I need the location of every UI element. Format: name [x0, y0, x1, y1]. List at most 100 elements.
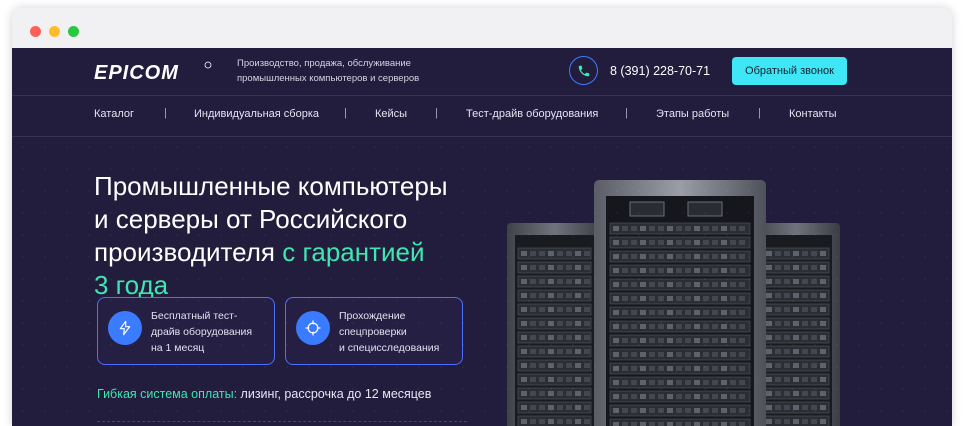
maximize-window-button[interactable] — [68, 26, 79, 37]
nav-item-custom-build[interactable]: Индивидуальная сборка — [194, 108, 319, 120]
drive-bay — [694, 296, 700, 301]
drive-bay — [575, 419, 581, 424]
drive-bay — [703, 282, 709, 287]
drive-bay — [766, 349, 772, 354]
drive-bay — [566, 405, 572, 410]
drive-bay — [548, 279, 554, 284]
drive-bay — [712, 324, 718, 329]
drive-bay — [730, 324, 736, 329]
feature-text-line: на 1 месяц — [151, 342, 205, 354]
feature-text-line: и специсследования — [339, 342, 440, 354]
drive-bay — [694, 380, 700, 385]
drive-bay — [766, 419, 772, 424]
drive-bay — [631, 422, 637, 426]
epicom-logo[interactable]: EPICOM — [94, 61, 214, 83]
nav-item-contacts[interactable]: Контакты — [789, 108, 837, 120]
drive-bay — [667, 268, 673, 273]
drive-bay — [703, 352, 709, 357]
drive-bay — [530, 321, 536, 326]
drive-bay — [685, 268, 691, 273]
drive-bay — [557, 377, 563, 382]
minimize-window-button[interactable] — [49, 26, 60, 37]
nav-separator: | — [625, 107, 628, 119]
drive-bay — [521, 377, 527, 382]
drive-bay — [584, 251, 590, 256]
drive-bay — [730, 422, 736, 426]
drive-bay — [584, 419, 590, 424]
drive-bay — [685, 310, 691, 315]
drive-bay — [784, 293, 790, 298]
drive-bay — [539, 279, 545, 284]
drive-bay — [548, 391, 554, 396]
drive-bay — [530, 405, 536, 410]
drive-bay — [584, 363, 590, 368]
drive-bay — [712, 422, 718, 426]
drive-bay — [649, 408, 655, 413]
drive-bay — [793, 363, 799, 368]
drive-bay — [703, 338, 709, 343]
drive-bay — [802, 419, 808, 424]
drive-bay — [613, 366, 619, 371]
drive-bay — [613, 296, 619, 301]
drive-bay — [793, 419, 799, 424]
drive-bay — [658, 366, 664, 371]
browser-window: EPICOM Производство, продажа, обслуживан… — [12, 8, 952, 426]
drive-bay — [721, 338, 727, 343]
drive-bay — [739, 240, 745, 245]
nav-item-test-drive[interactable]: Тест-драйв оборудования — [466, 108, 598, 120]
drive-bay — [521, 307, 527, 312]
drive-bay — [685, 380, 691, 385]
drive-bay — [613, 268, 619, 273]
drive-bay — [658, 352, 664, 357]
drive-bay — [631, 296, 637, 301]
drive-bay — [721, 408, 727, 413]
drive-bay — [802, 321, 808, 326]
drive-bay — [784, 265, 790, 270]
drive-bay — [730, 338, 736, 343]
drive-bay — [676, 352, 682, 357]
drive-bay — [721, 240, 727, 245]
drive-bay — [694, 268, 700, 273]
drive-bay — [766, 265, 772, 270]
drive-bay — [539, 349, 545, 354]
drive-bay — [539, 405, 545, 410]
drive-bay — [667, 366, 673, 371]
drive-bay — [730, 282, 736, 287]
nav-item-catalog[interactable]: Каталог — [94, 108, 134, 120]
drive-bay — [793, 307, 799, 312]
drive-bay — [802, 405, 808, 410]
drive-bay — [739, 226, 745, 231]
drive-bay — [766, 293, 772, 298]
drive-bay — [640, 422, 646, 426]
drive-bay — [548, 307, 554, 312]
drive-bay — [658, 394, 664, 399]
phone-icon[interactable] — [569, 56, 598, 85]
close-window-button[interactable] — [30, 26, 41, 37]
drive-bay — [631, 282, 637, 287]
drive-bay — [667, 422, 673, 426]
drive-bay — [694, 422, 700, 426]
drive-bay — [557, 279, 563, 284]
nav-item-work-stages[interactable]: Этапы работы — [656, 108, 729, 120]
drive-bay — [820, 335, 826, 340]
nav-separator: | — [344, 107, 347, 119]
drive-bay — [622, 408, 628, 413]
drive-bay — [694, 282, 700, 287]
drive-bay — [775, 307, 781, 312]
drive-bay — [820, 307, 826, 312]
drive-bay — [766, 279, 772, 284]
drive-bay — [622, 282, 628, 287]
feature-text-line: спецпроверки — [339, 326, 407, 338]
drive-bay — [521, 349, 527, 354]
phone-number-link[interactable]: 8 (391) 228-70-71 — [610, 64, 710, 78]
drive-bay — [548, 377, 554, 382]
nav-item-cases[interactable]: Кейсы — [375, 108, 407, 120]
drive-bay — [676, 310, 682, 315]
header-divider — [12, 95, 952, 96]
drive-bay — [784, 307, 790, 312]
drive-bay — [685, 254, 691, 259]
drive-bay — [793, 391, 799, 396]
drive-bay — [640, 268, 646, 273]
drive-bay — [631, 380, 637, 385]
callback-button[interactable]: Обратный звонок — [732, 57, 847, 85]
